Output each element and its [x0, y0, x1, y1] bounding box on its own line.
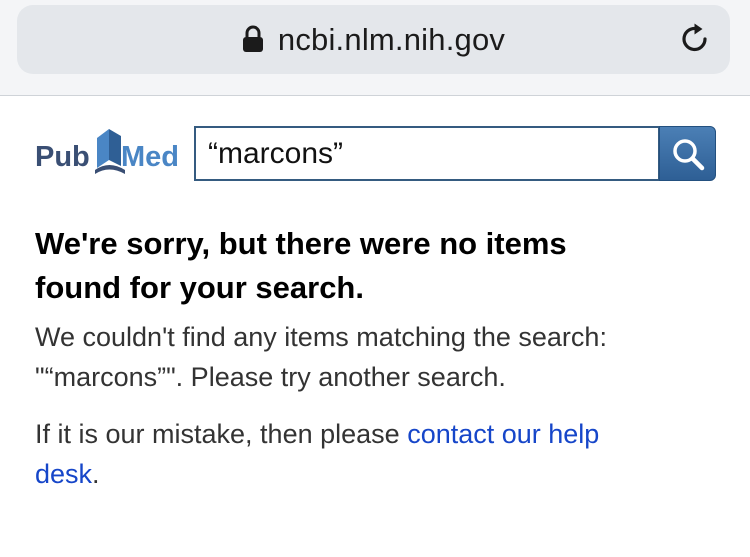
title-line-1: We're sorry, but there were no items	[35, 226, 567, 261]
title-line-2: found for your search.	[35, 270, 364, 305]
help-message: If it is our mistake, then please contac…	[35, 414, 725, 494]
help-link-part-1[interactable]: contact our help	[407, 419, 599, 449]
pubmed-logo[interactable]: Pub Med	[35, 126, 185, 181]
search-field[interactable]	[194, 126, 660, 181]
no-results-title: We're sorry, but there were no items fou…	[35, 222, 725, 310]
magnifier-icon	[672, 138, 704, 170]
address-bar[interactable]: ncbi.nlm.nih.gov	[17, 5, 730, 74]
pubmed-header: Pub Med	[35, 126, 185, 181]
url-text: ncbi.nlm.nih.gov	[277, 21, 506, 57]
body-line-2: "“marcons”". Please try another search.	[35, 362, 506, 392]
no-results-body: We couldn't find any items matching the …	[35, 317, 725, 397]
help-prefix: If it is our mistake, then please	[35, 419, 408, 449]
svg-text:Pub: Pub	[35, 141, 90, 173]
no-results-message: We're sorry, but there were no items fou…	[35, 222, 725, 494]
browser-chrome: ncbi.nlm.nih.gov	[0, 0, 750, 96]
lock-icon	[242, 25, 263, 52]
svg-text:Med: Med	[121, 141, 179, 173]
reload-icon[interactable]	[678, 22, 712, 56]
search-button[interactable]	[659, 126, 716, 181]
help-link-part-2[interactable]: desk	[35, 459, 92, 489]
search-input[interactable]	[196, 128, 658, 179]
help-suffix: .	[92, 459, 100, 489]
body-line-1: We couldn't find any items matching the …	[35, 322, 607, 352]
